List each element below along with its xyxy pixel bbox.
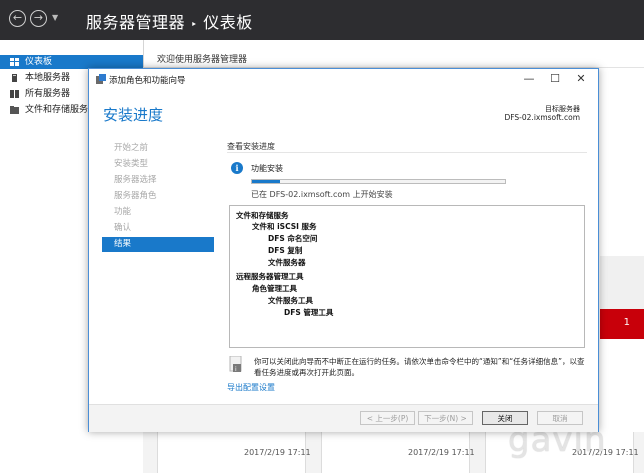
close-button[interactable]: 关闭	[482, 411, 528, 425]
wizard-page-heading: 安装进度	[103, 106, 164, 124]
section-title: 查看安装进度	[227, 142, 275, 151]
sidebar-item-label: 文件和存储服务	[25, 105, 89, 115]
dashboard-tile-header	[600, 256, 644, 310]
maximize-icon[interactable]: ☐	[545, 71, 565, 87]
wizard-step-server-selection: 服务器选择	[114, 175, 157, 185]
forward-arrow-icon[interactable]: →	[30, 10, 47, 27]
feature-installation-label: 功能安装	[251, 164, 283, 173]
list-item: DFS 命名空间	[268, 234, 318, 243]
target-server-value: DFS-02.ixmsoft.com	[504, 113, 580, 122]
sidebar-item-label: 仪表板	[25, 57, 53, 67]
minimize-icon[interactable]: —	[519, 71, 539, 87]
list-item: 文件和存储服务	[236, 211, 289, 220]
add-roles-wizard-dialog: 添加角色和功能向导 — ☐ ✕ 安装进度 目标服务器 DFS-02.ixmsof…	[88, 68, 599, 432]
previous-button[interactable]: < 上一步(P)	[360, 411, 415, 425]
list-item: DFS 复制	[268, 246, 303, 255]
wizard-step-features: 功能	[114, 207, 132, 217]
next-button[interactable]: 下一步(N) >	[418, 411, 473, 425]
wizard-titlebar[interactable]: 添加角色和功能向导 — ☐ ✕	[89, 69, 598, 90]
server-manager-titlebar: ← → ▼ 服务器管理器 ‣ 仪表板	[0, 0, 644, 40]
servers-icon	[10, 90, 19, 98]
wizard-step-confirmation: 确认	[114, 223, 132, 233]
alert-count-tile[interactable]: 1	[600, 309, 644, 339]
close-wizard-note: 你可以关闭此向导而不中断正在运行的任务。请依次单击命令栏中的“通知”和“任务详细…	[254, 357, 585, 377]
alert-count: 1	[623, 317, 630, 328]
sidebar-item-dashboard[interactable]: 仪表板	[0, 55, 143, 69]
installation-progress-bar	[251, 179, 506, 184]
tile-timestamp: 2017/2/19 17:11	[244, 448, 311, 457]
wizard-app-icon	[96, 74, 106, 84]
list-item: DFS 管理工具	[284, 308, 334, 317]
installation-status-text: 已在 DFS-02.ixmsoft.com 上开始安装	[251, 190, 393, 199]
wizard-step-server-roles: 服务器角色	[114, 191, 157, 201]
history-dropdown-icon[interactable]: ▼	[52, 13, 58, 22]
wizard-footer: < 上一步(P) 下一步(N) > 关闭 取消	[89, 404, 598, 432]
list-item: 远程服务器管理工具	[236, 272, 304, 281]
close-icon[interactable]: ✕	[571, 71, 591, 87]
wizard-step-before-you-begin: 开始之前	[114, 143, 149, 153]
wizard-window-title: 添加角色和功能向导	[109, 76, 186, 86]
sidebar-item-label: 本地服务器	[25, 73, 71, 83]
cancel-button[interactable]: 取消	[537, 411, 583, 425]
note-flag-icon: i	[229, 356, 242, 373]
dashboard-icon	[10, 58, 19, 66]
divider	[227, 152, 587, 153]
welcome-heading: 欢迎使用服务器管理器	[157, 55, 248, 65]
wizard-step-results[interactable]: 结果	[102, 237, 214, 252]
info-icon: i	[231, 162, 243, 174]
list-item: 文件和 iSCSI 服务	[252, 222, 317, 231]
sidebar-item-label: 所有服务器	[25, 89, 71, 99]
list-item: 角色管理工具	[252, 284, 297, 293]
page-title: 服务器管理器 ‣ 仪表板	[86, 9, 253, 33]
export-configuration-link[interactable]: 导出配置设置	[227, 382, 275, 393]
list-item: 文件服务工具	[268, 296, 313, 305]
file-storage-icon	[10, 106, 19, 114]
progress-fill	[252, 180, 280, 183]
back-arrow-icon[interactable]: ←	[9, 10, 26, 27]
title-separator: ‣	[190, 18, 198, 31]
tile-timestamp: 2017/2/19 17:11	[408, 448, 475, 457]
server-icon	[12, 74, 17, 82]
list-item: 文件服务器	[268, 258, 306, 267]
breadcrumb: 仪表板	[203, 13, 253, 32]
feature-list-box[interactable]: 文件和存储服务 文件和 iSCSI 服务 DFS 命名空间 DFS 复制 文件服…	[229, 205, 585, 348]
wizard-step-installation-type: 安装类型	[114, 159, 149, 169]
app-title: 服务器管理器	[86, 13, 186, 32]
